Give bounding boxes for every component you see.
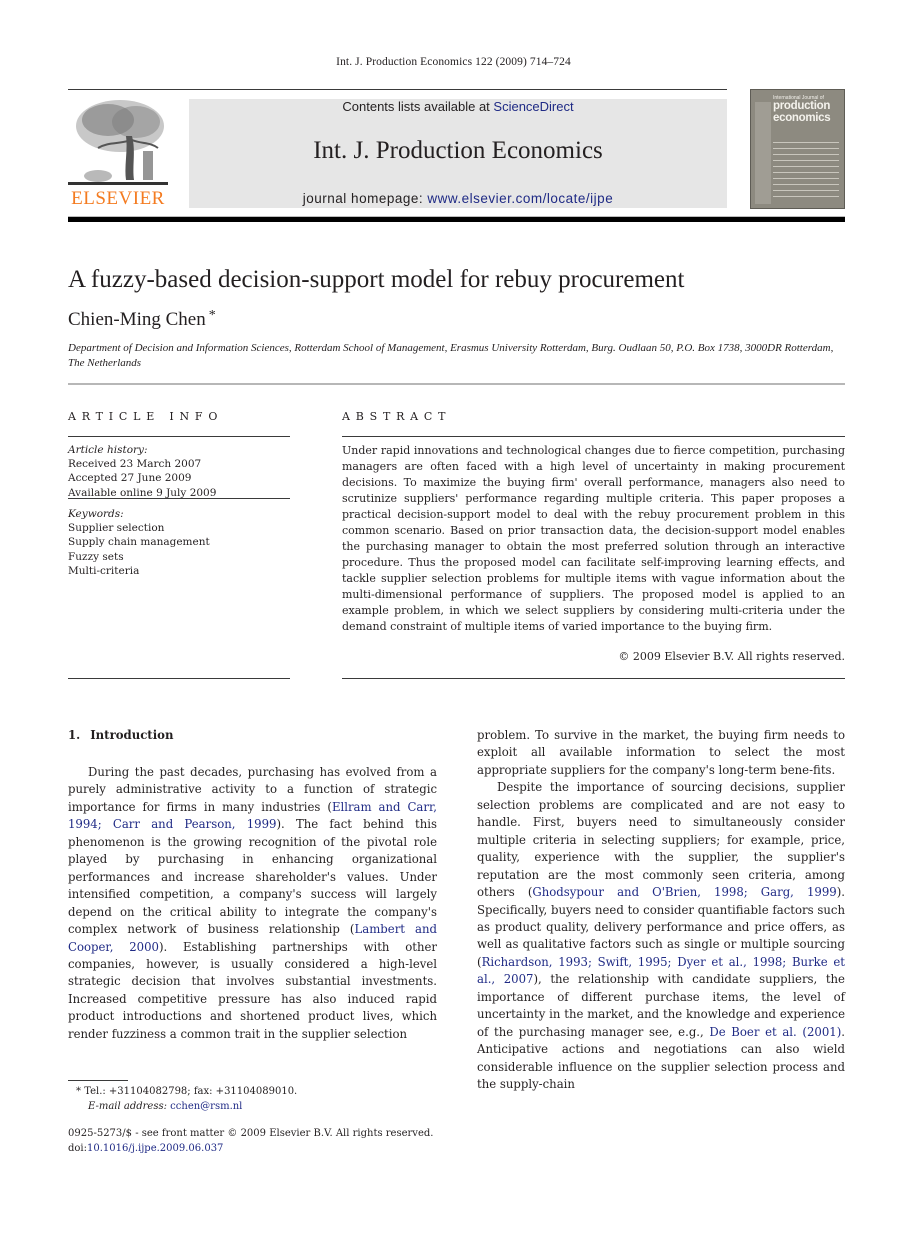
contents-line: Contents lists available at ScienceDirec… xyxy=(189,99,727,114)
homepage-line: journal homepage: www.elsevier.com/locat… xyxy=(189,191,727,206)
cover-contents-lines xyxy=(773,142,839,202)
cover-title-line1: production xyxy=(773,100,831,112)
running-head: Int. J. Production Economics 122 (2009) … xyxy=(336,56,571,68)
journal-title: Int. J. Production Economics xyxy=(313,137,603,164)
keywords-label: Keywords: xyxy=(68,508,124,520)
paragraph-text: Despite the importance of sourcing decis… xyxy=(477,780,845,900)
section-number: 1. xyxy=(68,728,81,742)
footnote-rule xyxy=(68,1080,128,1081)
history-label: Article history: xyxy=(68,444,148,456)
paragraph: During the past decades, purchasing has … xyxy=(68,764,437,1043)
front-matter: 0925-5273/$ - see front matter © 2009 El… xyxy=(68,1126,433,1156)
elsevier-wordmark: ELSEVIER xyxy=(71,188,165,209)
article-title: A fuzzy-based decision-support model for… xyxy=(68,266,685,293)
section-heading-introduction: 1. Introduction xyxy=(68,728,173,742)
history-accepted: Accepted 27 June 2009 xyxy=(68,472,192,485)
footnote-contact-line: * Tel.: +31104082798; fax: +31104089010. xyxy=(68,1084,297,1099)
journal-cover-thumbnail[interactable]: International Journal of production econ… xyxy=(750,89,845,209)
keywords: Keywords: Supplier selection Supply chai… xyxy=(68,507,290,578)
paragraph-text: ). The fact behind this phenomenon is th… xyxy=(68,817,438,937)
article-history: Article history: Received 23 March 2007 … xyxy=(68,443,290,500)
doi-prefix: doi: xyxy=(68,1143,87,1154)
title-divider xyxy=(68,383,845,385)
abstract-rule-top xyxy=(342,436,845,437)
article-info-rule-top xyxy=(68,436,290,437)
cover-title-line2: economics xyxy=(773,111,831,124)
doi-link[interactable]: 10.1016/j.ijpe.2009.06.037 xyxy=(87,1143,223,1154)
journal-banner: Contents lists available at ScienceDirec… xyxy=(189,99,727,208)
citation-link[interactable]: De Boer et al. (2001) xyxy=(709,1025,841,1039)
section-title: Introduction xyxy=(90,728,174,742)
contents-prefix: Contents lists available at xyxy=(342,99,494,114)
header-bottom-rule xyxy=(68,217,845,222)
header-top-rule xyxy=(188,89,727,90)
history-received: Received 23 March 2007 xyxy=(68,458,202,471)
abstract-heading: ABSTRACT xyxy=(342,410,452,423)
cover-sidebar-strip xyxy=(755,102,771,204)
cover-title: International Journal of production econ… xyxy=(773,96,831,124)
elsevier-tree-icon xyxy=(68,100,168,185)
citation-link[interactable]: Ghodsypour and O'Brien, 1998; Garg, 1999 xyxy=(532,885,836,899)
author-name[interactable]: Chien-Ming Chen xyxy=(68,309,206,330)
paragraph: problem. To survive in the market, the b… xyxy=(477,728,845,777)
email-label: E-mail address: xyxy=(88,1101,171,1112)
journal-homepage-link[interactable]: www.elsevier.com/locate/ijpe xyxy=(427,191,613,206)
author-line: Chien-Ming Chen * xyxy=(68,308,216,331)
abstract-copyright: © 2009 Elsevier B.V. All rights reserved… xyxy=(618,650,845,663)
doi-line: doi:10.1016/j.ijpe.2009.06.037 xyxy=(68,1141,433,1156)
paragraph-text: ). Establishing partnerships with other … xyxy=(68,939,437,1041)
sciencedirect-link[interactable]: ScienceDirect xyxy=(493,99,573,114)
issn-line: 0925-5273/$ - see front matter © 2009 El… xyxy=(68,1128,434,1139)
footnote-mark: * xyxy=(76,1086,81,1097)
affiliation: Department of Decision and Information S… xyxy=(68,342,834,369)
body-column-right: problem. To survive in the market, the b… xyxy=(477,727,845,1094)
body-column-left: During the past decades, purchasing has … xyxy=(68,764,437,1043)
paragraph: Despite the importance of sourcing decis… xyxy=(477,779,845,1093)
footnote-email-line: E-mail address: cchen@rsm.nl xyxy=(68,1099,297,1114)
keyword-item: Fuzzy sets xyxy=(68,550,124,563)
article-info-heading: ARTICLE INFO xyxy=(68,410,224,423)
keyword-item: Supply chain management xyxy=(68,536,210,549)
article-info-rule-bottom xyxy=(68,678,290,679)
abstract-rule-bottom xyxy=(342,678,845,679)
footnote-contact: Tel.: +31104082798; fax: +31104089010. xyxy=(84,1086,298,1097)
abstract-text: Under rapid innovations and technologica… xyxy=(342,444,845,633)
author-footnote: * Tel.: +31104082798; fax: +31104089010.… xyxy=(68,1084,297,1114)
keyword-item: Multi-criteria xyxy=(68,564,140,577)
homepage-prefix: journal homepage: xyxy=(302,191,428,206)
header-top-rule-left xyxy=(68,89,188,90)
author-footnote-mark[interactable]: * xyxy=(209,308,216,323)
elsevier-logo[interactable]: ELSEVIER xyxy=(68,96,168,209)
article-info-rule-mid xyxy=(68,498,290,499)
keyword-item: Supplier selection xyxy=(68,522,165,535)
email-link[interactable]: cchen@rsm.nl xyxy=(170,1101,242,1112)
